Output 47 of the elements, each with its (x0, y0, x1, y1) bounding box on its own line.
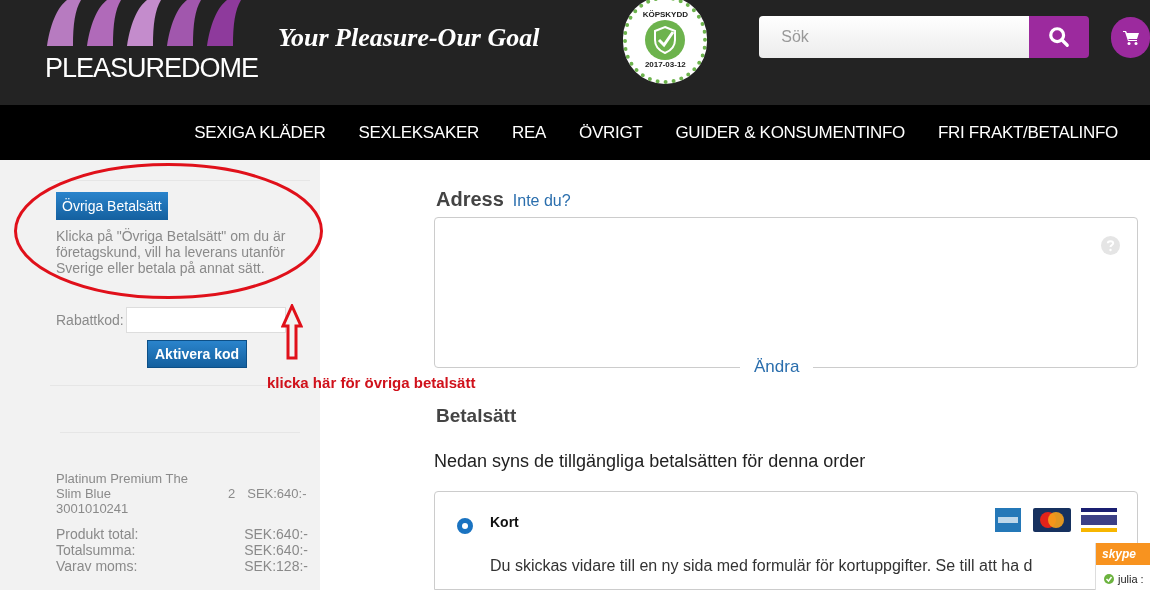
card-logo-icon (995, 507, 1023, 532)
total-label: Totalsumma: (56, 542, 136, 558)
discount-field[interactable] (125, 307, 286, 333)
search-button[interactable] (1029, 16, 1090, 58)
nav-link[interactable]: ÖVRIGT (579, 119, 643, 146)
payment-option-label: Kort (490, 513, 519, 533)
nav-link[interactable]: GUIDER & KONSUMENTINFO (675, 119, 905, 146)
badge-date: 2017-03-12 (644, 61, 686, 69)
total-label: Varav moms: (56, 558, 138, 574)
product-sku: 3001010241 (56, 501, 130, 516)
product-price: SEK:640:- (247, 486, 307, 501)
chat-contact[interactable]: julia : (1118, 571, 1144, 588)
logo-text[interactable]: PLEASUREDOME (45, 52, 259, 84)
total-value: SEK:640:- (244, 542, 308, 558)
annotation-text: klicka här för övriga betalsätt (267, 373, 476, 393)
payment-option-description: Du skickas vidare till en ny sida med formulär för kortuppgifter. Se till att ha d (490, 555, 1033, 576)
nav-link[interactable]: SEXLEKSAKER (358, 119, 479, 146)
product-name: Platinum Premium The Slim Blue (56, 471, 189, 501)
address-heading: Adress (436, 187, 504, 212)
tagline: Your Pleasure-Our Goal (278, 22, 540, 54)
status-check-icon (1104, 574, 1114, 585)
discount-label: Rabattkod: (56, 310, 124, 330)
card-logo-icon (1033, 507, 1071, 532)
nav-link[interactable]: FRI FRAKT/BETALINFO (937, 119, 1118, 146)
search-field[interactable]: Sök (759, 16, 1030, 58)
nav-link[interactable]: REA (511, 119, 547, 146)
badge-title: KÖPSKYDD (642, 11, 688, 19)
cart-icon (1122, 30, 1139, 45)
activate-code-button[interactable]: Aktivera kod (147, 340, 248, 368)
radio-button[interactable] (457, 517, 473, 534)
shield-check-icon (645, 20, 686, 60)
total-value: SEK:640:- (244, 526, 308, 542)
chat-title: skype (1096, 543, 1150, 565)
payment-note: Klicka på "Övriga Betalsätt" om du är företagskund, vill ha leverans utanför Sverige eller betala på annat sätt. (56, 228, 287, 276)
annotation-arrow (281, 304, 303, 360)
other-payment-button[interactable]: Övriga Betalsätt (56, 192, 168, 220)
search-icon (1048, 26, 1071, 48)
nav-link[interactable]: SEXIGA KLÄDER (194, 119, 326, 146)
total-value: SEK:128:- (244, 558, 308, 574)
dome-icon (45, 0, 241, 46)
payment-heading: Betalsätt (436, 404, 518, 429)
payment-intro: Nedan syns de tillgängliga betalsätten för denna order (434, 449, 867, 473)
product-quantity: 2 (228, 486, 236, 501)
card-logo-icon (1081, 507, 1117, 532)
cart-button[interactable] (1111, 17, 1150, 58)
not-you-link[interactable]: Inte du? (512, 189, 571, 213)
total-label: Produkt total: (56, 526, 139, 542)
